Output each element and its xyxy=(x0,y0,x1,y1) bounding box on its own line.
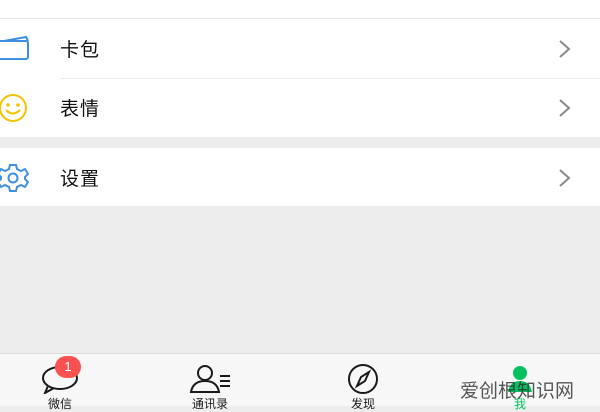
tab-chats[interactable]: 1 微信 xyxy=(0,354,120,411)
contacts-icon xyxy=(188,364,232,398)
menu-item-stickers[interactable]: 表情 xyxy=(0,78,600,137)
menu-item-settings[interactable]: 设置 xyxy=(0,148,600,207)
chevron-right-icon xyxy=(559,39,571,58)
menu-item-label: 设置 xyxy=(60,168,101,190)
smiley-icon xyxy=(0,91,34,125)
compass-icon xyxy=(344,364,382,398)
card-wallet-icon xyxy=(0,32,34,66)
tab-contacts[interactable]: 通讯录 xyxy=(150,354,270,411)
menu-item-label: 卡包 xyxy=(60,39,101,61)
menu-item-label: 表情 xyxy=(60,98,101,120)
menu-group-1: 卡包 表情 xyxy=(0,19,600,137)
menu-item-card-wallet[interactable]: 卡包 xyxy=(0,19,600,78)
previous-list-row xyxy=(0,0,600,19)
tab-discover[interactable]: 发现 xyxy=(303,354,423,411)
site-watermark: 爱创根知识网 xyxy=(459,380,574,402)
chevron-right-icon xyxy=(559,168,571,187)
settings-gear-icon xyxy=(0,161,34,195)
menu-group-2: 设置 xyxy=(0,148,600,206)
tab-label: 发现 xyxy=(350,397,375,411)
tab-label: 通讯录 xyxy=(191,397,228,411)
tab-label: 微信 xyxy=(47,397,72,411)
chevron-right-icon xyxy=(559,98,571,117)
unread-badge: 1 xyxy=(55,356,81,378)
